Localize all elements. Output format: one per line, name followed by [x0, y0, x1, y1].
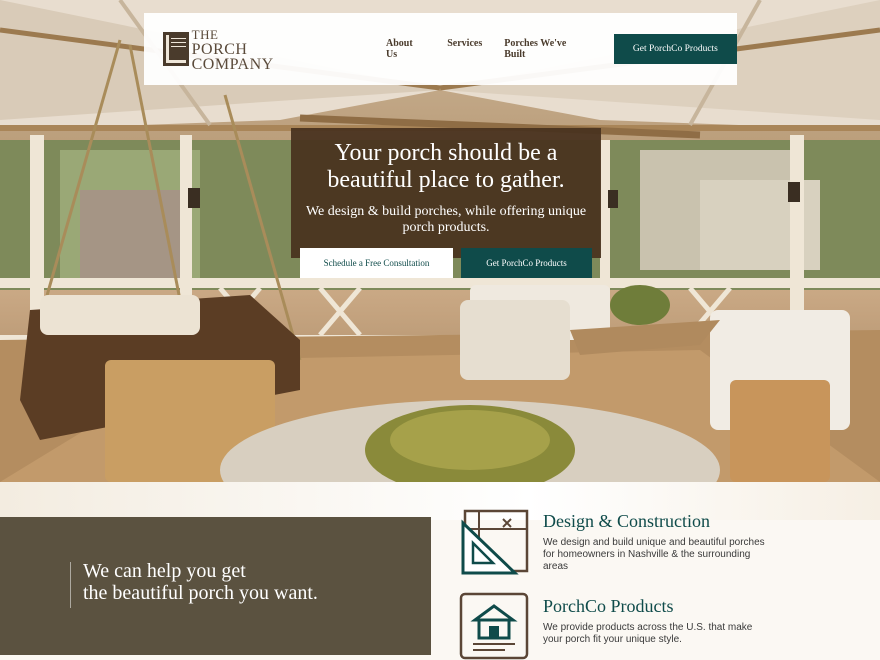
hero-subtitle: We design & build porches, while offerin…: [305, 204, 587, 235]
house-products-icon: [459, 592, 529, 660]
intro-line1: We can help you get: [83, 560, 246, 582]
hero-products-button[interactable]: Get PorchCo Products: [461, 248, 592, 278]
panel-rule: [70, 562, 71, 608]
site-header: THE PORCH COMPANY About Us Services Porc…: [144, 13, 737, 85]
intro-line2: the beautiful porch you want.: [83, 582, 318, 604]
nav-porches-built[interactable]: Porches We've Built: [504, 38, 588, 60]
intro-panel: We can help you get the beautiful porch …: [0, 517, 431, 655]
schedule-consultation-button[interactable]: Schedule a Free Consultation: [300, 248, 453, 278]
blueprint-ruler-icon: [461, 509, 529, 575]
logo[interactable]: THE PORCH COMPANY: [163, 27, 332, 72]
feature-title: Design & Construction: [543, 511, 710, 531]
feature-text: We provide products across the U.S. that…: [543, 622, 753, 645]
logo-wordmark: THE PORCH COMPANY: [191, 26, 332, 73]
hero-card: Your porch should be a beautiful place t…: [291, 128, 601, 258]
intro-text: We can help you get the beautiful porch …: [83, 560, 318, 604]
nav-about-us[interactable]: About Us: [386, 38, 425, 60]
nav-services[interactable]: Services: [447, 38, 482, 60]
main-nav: About Us Services Porches We've Built: [386, 38, 610, 60]
logo-mark-icon: [163, 32, 189, 66]
header-cta-button[interactable]: Get PorchCo Products: [613, 34, 737, 64]
hero-title: Your porch should be a beautiful place t…: [327, 140, 565, 193]
section-divider: [0, 482, 880, 520]
logo-line2: PORCH COMPANY: [191, 40, 274, 73]
logo-line1: THE: [191, 26, 219, 42]
feature-title: PorchCo Products: [543, 596, 674, 616]
feature-text: We design and build unique and beautiful…: [543, 537, 765, 572]
